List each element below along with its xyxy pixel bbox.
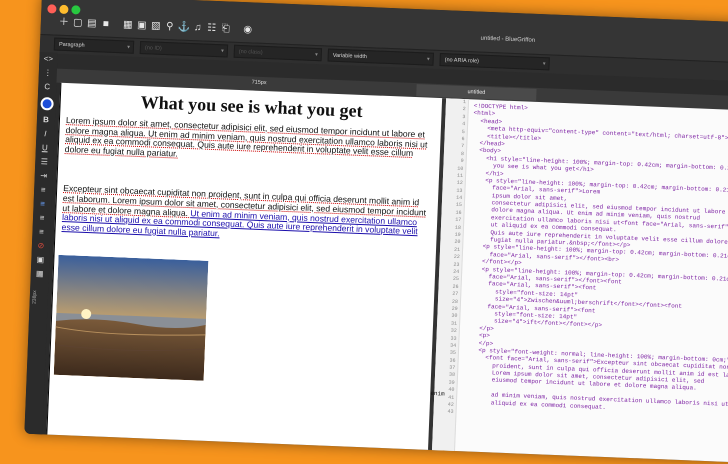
align-center-icon[interactable]: ≡ (33, 197, 52, 212)
image-icon[interactable]: ▣ (135, 20, 149, 33)
bold-icon[interactable]: B (37, 113, 56, 128)
sidebar-size-label: 238px (31, 290, 39, 305)
sheet-icon[interactable]: ⎗ (218, 23, 232, 36)
clear-format-icon[interactable]: ⊘ (32, 239, 51, 254)
grid-icon[interactable]: ▦ (30, 267, 49, 282)
maximize-window-icon[interactable] (71, 5, 81, 15)
justify-icon[interactable]: ≡ (32, 225, 51, 240)
source-editor[interactable]: 1 2 3 4 5 6 7 8 9 10 11 12 13 14 15 16 17 18 19 20 21 22 23 24 2… (427, 98, 728, 464)
italic-icon[interactable]: I (36, 127, 55, 142)
list-icon[interactable]: ☰ (35, 155, 54, 170)
form-icon[interactable]: ☷ (205, 23, 219, 36)
beach-sunset-image[interactable] (53, 254, 209, 381)
wysiwyg-editor[interactable]: What you see is what you get Lorem ipsum… (46, 82, 444, 458)
minimize-window-icon[interactable] (59, 4, 69, 15)
square-icon[interactable]: ■ (99, 18, 113, 31)
c-icon[interactable]: C (38, 80, 57, 95)
file-icon[interactable]: ▢ (71, 17, 85, 30)
source-toggle-icon[interactable]: <> (39, 52, 58, 67)
close-window-icon[interactable] (47, 4, 57, 14)
id-select[interactable]: (no ID) ▾ (139, 40, 229, 58)
source-side-word: enim (430, 389, 445, 398)
plus-icon[interactable]: ＋ (57, 17, 71, 30)
line-number: 43 (447, 409, 454, 416)
globe-icon[interactable]: ◉ (240, 24, 254, 37)
page-width-label: 715px (251, 79, 267, 87)
indent-icon[interactable]: ⇥ (34, 169, 53, 184)
align-left-icon[interactable]: ≡ (34, 183, 53, 198)
underline-icon[interactable]: U (36, 141, 55, 156)
app-window: ＋ ▢ ▤ ■ ▦ ▣ ▧ ⚲ ⚓ ♫ ☷ ⎗ ◉ untitled - Blu… (24, 0, 728, 464)
link-icon[interactable]: ⚲ (163, 21, 177, 34)
anchor-icon[interactable]: ⚓ (177, 21, 191, 34)
table-icon[interactable]: ▦ (121, 19, 135, 32)
media-icon[interactable]: ▧ (149, 20, 163, 33)
window-title: untitled - BlueGriffon (480, 35, 536, 44)
align-right-icon[interactable]: ≡ (33, 211, 52, 226)
main-toolbar: ＋ ▢ ▤ ■ ▦ ▣ ▧ ⚲ ⚓ ♫ ☷ ⎗ ◉ (57, 17, 255, 37)
page-icon[interactable]: ▤ (85, 18, 99, 31)
width-select[interactable]: Variable width ▾ (327, 48, 434, 66)
aria-role-select[interactable]: (no ARIA role) ▾ (439, 53, 550, 71)
class-select[interactable]: (no class) ▾ (233, 44, 323, 62)
more-icon[interactable]: ⋮ (39, 66, 58, 81)
source-code[interactable]: <!DOCTYPE html> <html> <head> <meta http-… (461, 102, 728, 431)
color-picker-icon[interactable] (39, 97, 54, 111)
block-icon[interactable]: ▣ (31, 253, 50, 268)
music-icon[interactable]: ♫ (191, 22, 205, 35)
paragraph-style-select[interactable]: Paragraph ▾ (53, 37, 135, 54)
